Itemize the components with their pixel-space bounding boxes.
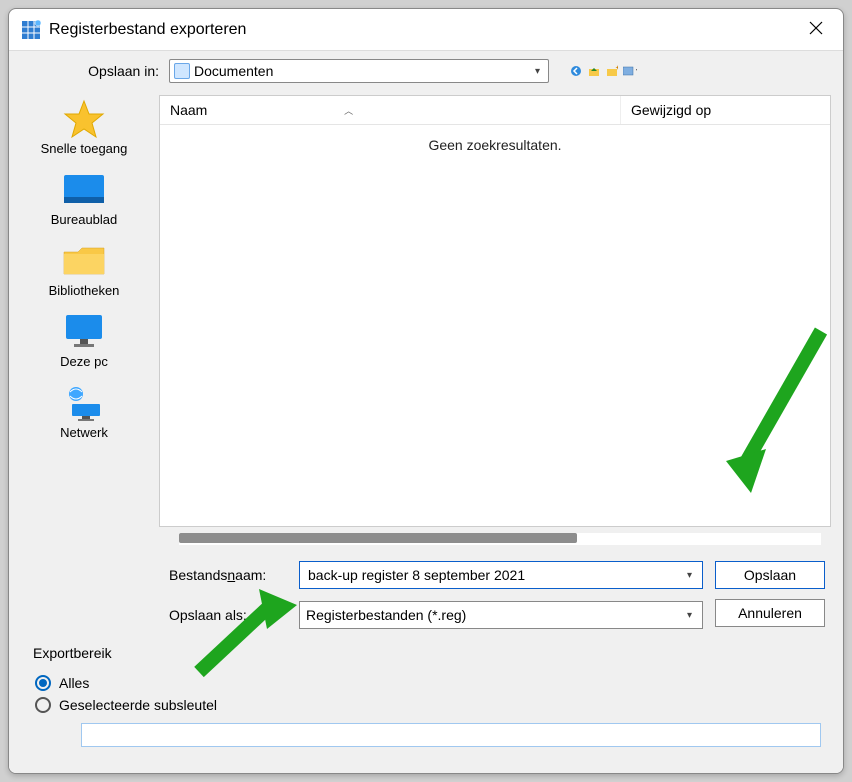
sidebar-item-libraries[interactable]: Bibliotheken <box>49 243 120 298</box>
radio-all-label: Alles <box>59 675 89 691</box>
filetype-label: Opslaan als: <box>169 607 289 623</box>
sidebar-item-desktop[interactable]: Bureaublad <box>51 172 118 227</box>
filetype-combo[interactable]: Registerbestanden (*.reg) ▾ <box>299 601 703 629</box>
close-button[interactable] <box>801 17 831 42</box>
regedit-icon <box>21 20 41 40</box>
column-date-text: Gewijzigd op <box>631 102 711 118</box>
desktop-icon <box>60 172 108 208</box>
list-empty-message: Geen zoekresultaten. <box>160 125 830 526</box>
sidebar-item-label: Netwerk <box>60 425 108 440</box>
button-column: Opslaan Annuleren <box>715 561 825 641</box>
nav-toolbar: ✦ <box>569 64 637 78</box>
filetype-value: Registerbestanden (*.reg) <box>306 607 683 623</box>
radio-selected-branch[interactable] <box>35 697 51 713</box>
chevron-down-icon[interactable]: ▾ <box>683 570 696 581</box>
radio-all[interactable] <box>35 675 51 691</box>
view-menu-icon[interactable] <box>623 64 637 78</box>
sort-caret-icon: ︿ <box>344 104 353 117</box>
dialog-body: Opslaan in: Documenten ▾ ✦ Snelle t <box>9 51 843 773</box>
folder-icon <box>60 243 108 279</box>
export-range-legend: Exportbereik <box>29 645 116 661</box>
places-bar: Snelle toegang Bureaublad Bibliotheken <box>9 91 159 547</box>
sidebar-item-label: Deze pc <box>60 354 108 369</box>
svg-text:✦: ✦ <box>615 65 618 72</box>
export-registry-dialog: Registerbestand exporteren Opslaan in: D… <box>8 8 844 774</box>
column-header-modified[interactable]: Gewijzigd op <box>620 96 830 124</box>
titlebar: Registerbestand exporteren <box>9 9 843 51</box>
sidebar-item-this-pc[interactable]: Deze pc <box>60 314 108 369</box>
look-in-dropdown[interactable]: Documenten ▾ <box>169 59 549 83</box>
filename-row: Bestandsnaam: ▾ <box>169 561 703 589</box>
filename-label: Bestandsnaam: <box>169 567 289 583</box>
column-name-text: Naam <box>170 102 207 118</box>
back-icon[interactable] <box>569 64 583 78</box>
monitor-icon <box>60 314 108 350</box>
scrollbar-thumb[interactable] <box>179 533 577 543</box>
filetype-row: Opslaan als: Registerbestanden (*.reg) ▾ <box>169 601 703 629</box>
sidebar-item-label: Bibliotheken <box>49 283 120 298</box>
horizontal-scrollbar[interactable] <box>179 533 821 545</box>
filename-input[interactable] <box>306 562 683 588</box>
window-title: Registerbestand exporteren <box>49 21 246 39</box>
column-header-name[interactable]: Naam ︿ <box>160 96 620 124</box>
filename-combo[interactable]: ▾ <box>299 561 703 589</box>
save-button[interactable]: Opslaan <box>715 561 825 589</box>
star-icon <box>60 101 108 137</box>
form-area: Bestandsnaam: ▾ Opslaan als: Registerbes… <box>9 547 843 649</box>
documents-folder-icon <box>174 63 190 79</box>
sidebar-item-label: Bureaublad <box>51 212 118 227</box>
radio-selected-label: Geselecteerde subsleutel <box>59 697 217 713</box>
cancel-button[interactable]: Annuleren <box>715 599 825 627</box>
look-in-value: Documenten <box>190 63 531 79</box>
sidebar-item-network[interactable]: Netwerk <box>60 385 108 440</box>
sidebar-item-label: Snelle toegang <box>41 141 128 156</box>
new-folder-icon[interactable]: ✦ <box>605 64 619 78</box>
file-list[interactable]: Naam ︿ Gewijzigd op Geen zoekresultaten. <box>159 95 831 527</box>
up-folder-icon[interactable] <box>587 64 601 78</box>
radio-row-all[interactable]: Alles <box>35 675 817 691</box>
mid-area: Snelle toegang Bureaublad Bibliotheken <box>9 91 843 547</box>
radio-row-selected[interactable]: Geselecteerde subsleutel <box>35 697 817 713</box>
chevron-down-icon: ▾ <box>531 66 544 77</box>
look-in-row: Opslaan in: Documenten ▾ ✦ <box>9 51 843 91</box>
chevron-down-icon[interactable]: ▾ <box>683 610 696 621</box>
network-icon <box>60 385 108 421</box>
sidebar-item-quick-access[interactable]: Snelle toegang <box>41 101 128 156</box>
export-range-group: Exportbereik Alles Geselecteerde subsleu… <box>23 655 829 759</box>
selected-subkey-input[interactable] <box>81 723 821 747</box>
list-header: Naam ︿ Gewijzigd op <box>160 96 830 125</box>
look-in-label: Opslaan in: <box>69 63 159 79</box>
